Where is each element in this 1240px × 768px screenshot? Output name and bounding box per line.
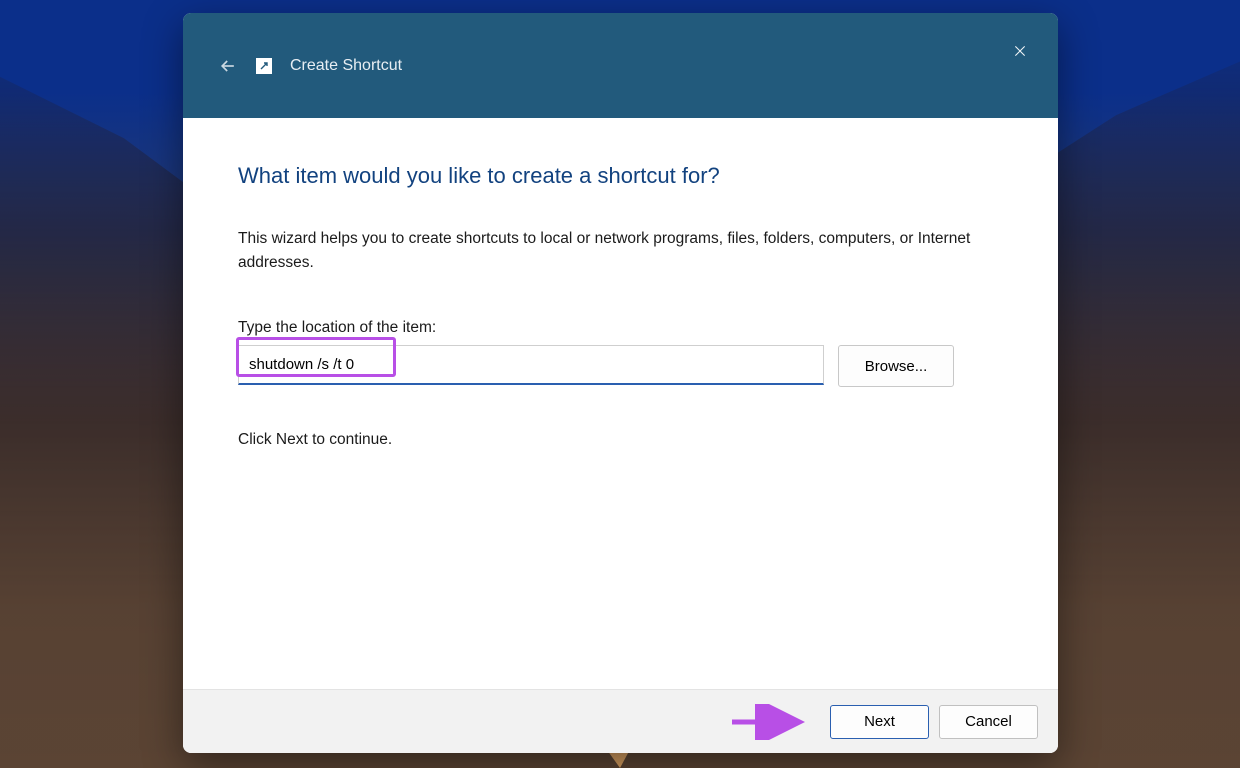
shortcut-file-icon	[256, 58, 272, 74]
next-button[interactable]: Next	[830, 705, 929, 739]
create-shortcut-dialog: Create Shortcut What item would you like…	[183, 13, 1058, 753]
cancel-button[interactable]: Cancel	[939, 705, 1038, 739]
dialog-titlebar: Create Shortcut	[183, 13, 1058, 118]
annotation-arrow-icon	[728, 704, 818, 740]
dialog-headline: What item would you like to create a sho…	[238, 163, 1003, 189]
browse-button[interactable]: Browse...	[838, 345, 954, 387]
location-input[interactable]	[238, 345, 824, 385]
location-label: Type the location of the item:	[238, 319, 1003, 337]
dialog-title: Create Shortcut	[290, 57, 402, 75]
dialog-footer: Next Cancel	[183, 689, 1058, 753]
dialog-content: What item would you like to create a sho…	[183, 118, 1058, 689]
back-arrow-icon[interactable]	[218, 56, 238, 76]
continue-hint: Click Next to continue.	[238, 431, 1003, 449]
close-icon[interactable]	[1008, 39, 1032, 63]
dialog-description: This wizard helps you to create shortcut…	[238, 227, 998, 275]
